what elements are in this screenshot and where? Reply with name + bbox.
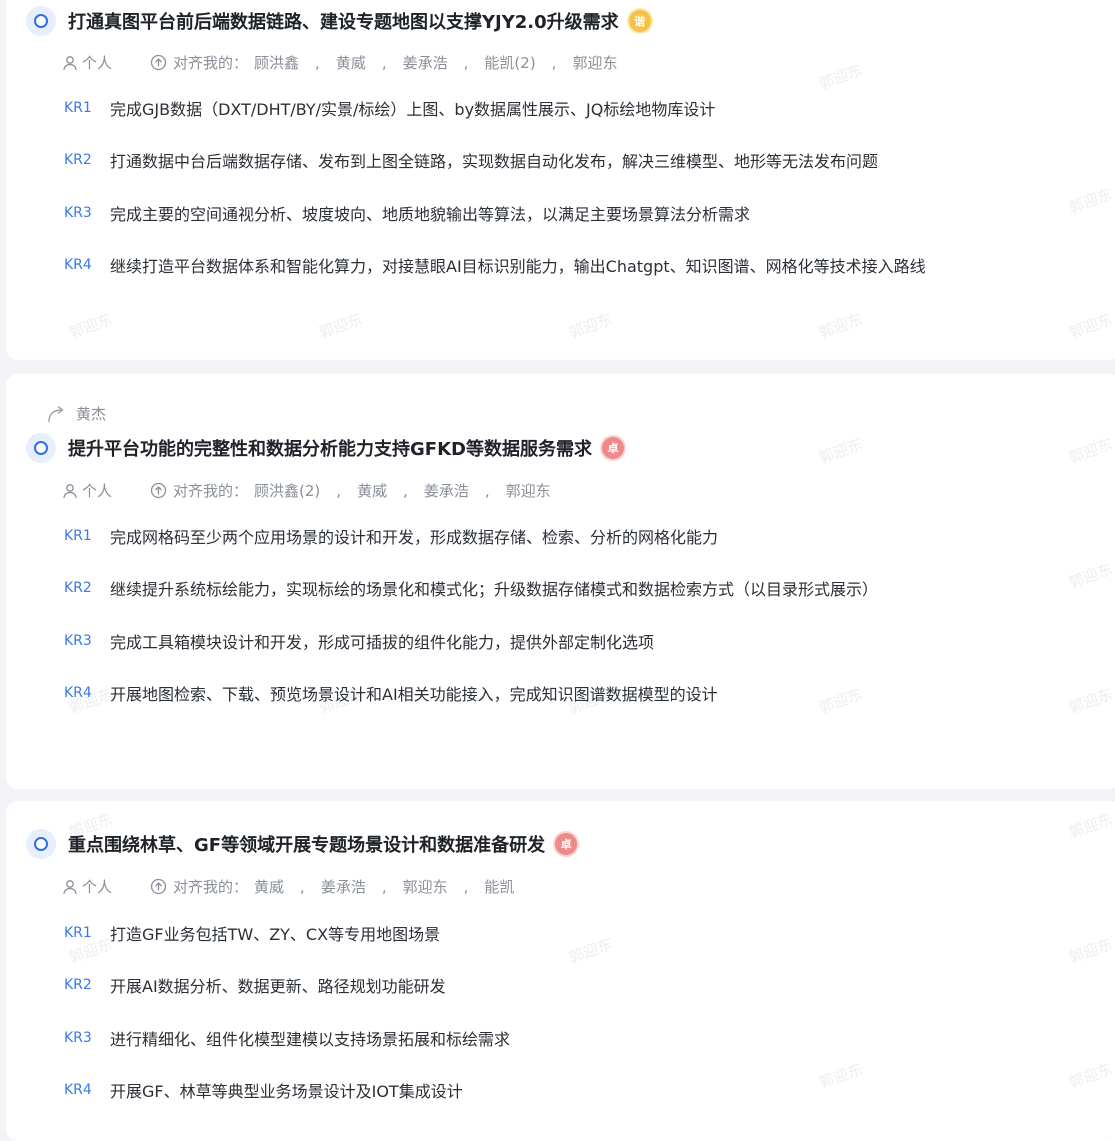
key-result[interactable]: KR3 完成工具箱模块设计和开发，形成可插拔的组件化能力，提供外部定制化选项 <box>64 629 654 653</box>
aligned-person[interactable]: 黄威 <box>336 52 366 73</box>
objective-badge: 卓 <box>601 437 624 459</box>
kr-label: KR4 <box>64 1082 92 1098</box>
key-result[interactable]: KR2 打通数据中台后端数据存储、发布到上图全链路，实现数据自动化发布，解决三维… <box>64 148 878 172</box>
kr-text: 完成工具箱模块设计和开发，形成可插拔的组件化能力，提供外部定制化选项 <box>110 633 655 652</box>
objective-meta: 个人 对齐我的： 黄威, 姜承浩, 郭迎东, 能凯 <box>62 876 514 897</box>
kr-label: KR3 <box>64 633 92 649</box>
objective-status-icon[interactable] <box>26 6 56 36</box>
kr-text: 完成网格码至少两个应用场景的设计和开发，形成数据存储、检索、分析的网格化能力 <box>110 528 719 547</box>
kr-label: KR3 <box>64 1030 92 1046</box>
kr-text: 进行精细化、组件化模型建模以支持场景拓展和标绘需求 <box>110 1030 511 1049</box>
align-up-icon <box>150 482 167 499</box>
align-up-icon <box>150 878 167 895</box>
kr-text: 打通数据中台后端数据存储、发布到上图全链路，实现数据自动化发布，解决三维模型、地… <box>110 152 879 171</box>
aligned-person[interactable]: 姜承浩 <box>321 876 366 897</box>
kr-text: 继续打造平台数据体系和智能化算力，对接慧眼AI目标识别能力，输出Chatgpt、… <box>110 257 926 276</box>
objective-status-icon[interactable] <box>26 829 56 859</box>
kr-text: 继续提升系统标绘能力，实现标绘的场景化和模式化；升级数据存储模式和数据检索方式（… <box>110 580 879 599</box>
key-result[interactable]: KR1 完成网格码至少两个应用场景的设计和开发，形成数据存储、检索、分析的网格化… <box>64 524 718 548</box>
parent-arrow-icon <box>48 405 64 423</box>
owner-type-label: 个人 <box>82 482 113 500</box>
kr-text: 开展地图检索、下载、预览场景设计和AI相关功能接入，完成知识图谱数据模型的设计 <box>110 685 718 704</box>
aligned-person[interactable]: 顾洪鑫 <box>254 52 299 73</box>
kr-label: KR2 <box>64 977 92 993</box>
key-result[interactable]: KR2 开展AI数据分析、数据更新、路径规划功能研发 <box>64 973 446 997</box>
parent-owner-name[interactable]: 黄杰 <box>76 403 106 424</box>
alignment-info: 对齐我的： 顾洪鑫, 黄威, 姜承浩, 能凯(2), 郭迎东 <box>150 52 617 73</box>
aligned-person[interactable]: 顾洪鑫(2) <box>254 480 320 501</box>
kr-label: KR1 <box>64 100 92 116</box>
aligned-person[interactable]: 郭迎东 <box>403 876 448 897</box>
objective-meta: 个人 对齐我的： 顾洪鑫(2), 黄威, 姜承浩, 郭迎东 <box>62 480 551 501</box>
owner-type-label: 个人 <box>82 878 113 896</box>
objective-title[interactable]: 打通真图平台前后端数据链路、建设专题地图以支撑YJY2.0升级需求 <box>68 8 619 34</box>
alignment-info: 对齐我的： 顾洪鑫(2), 黄威, 姜承浩, 郭迎东 <box>150 480 551 501</box>
key-result[interactable]: KR4 开展GF、林草等典型业务场景设计及IOT集成设计 <box>64 1078 463 1102</box>
alignment-info: 对齐我的： 黄威, 姜承浩, 郭迎东, 能凯 <box>150 876 514 897</box>
objective-header: 提升平台功能的完整性和数据分析能力支持GFKD等数据服务需求 卓 <box>26 433 624 463</box>
objective-title[interactable]: 重点围绕林草、GF等领域开展专题场景设计和数据准备研发 <box>68 831 545 857</box>
aligned-person[interactable]: 黄威 <box>357 480 387 501</box>
key-result[interactable]: KR4 开展地图检索、下载、预览场景设计和AI相关功能接入，完成知识图谱数据模型… <box>64 681 718 705</box>
owner-type-label: 个人 <box>82 54 113 72</box>
kr-label: KR1 <box>64 528 92 544</box>
owner-type: 个人 <box>62 480 112 501</box>
aligned-person[interactable]: 能凯 <box>484 876 514 897</box>
objective-meta: 个人 对齐我的： 顾洪鑫, 黄威, 姜承浩, 能凯(2), 郭迎东 <box>62 52 617 73</box>
kr-label: KR2 <box>64 152 92 168</box>
key-result[interactable]: KR1 完成GJB数据（DXT/DHT/BY/实景/标绘）上图、by数据属性展示… <box>64 96 715 120</box>
objective-card: 打通真图平台前后端数据链路、建设专题地图以支撑YJY2.0升级需求 谐 个人 对… <box>6 0 1115 360</box>
aligned-person[interactable]: 郭迎东 <box>572 52 617 73</box>
kr-label: KR4 <box>64 257 92 273</box>
kr-label: KR3 <box>64 205 92 221</box>
align-label: 对齐我的： <box>173 878 249 896</box>
objective-badge: 谐 <box>628 10 651 32</box>
key-result[interactable]: KR1 打造GF业务包括TW、ZY、CX等专用地图场景 <box>64 921 440 945</box>
kr-label: KR1 <box>64 925 92 941</box>
user-icon <box>63 879 77 894</box>
kr-text: 开展GF、林草等典型业务场景设计及IOT集成设计 <box>110 1082 463 1101</box>
align-up-icon <box>150 54 167 71</box>
objective-card: 重点围绕林草、GF等领域开展专题场景设计和数据准备研发 卓 个人 对齐我的： 黄… <box>6 801 1115 1141</box>
align-label: 对齐我的： <box>173 482 249 500</box>
user-icon <box>63 55 77 70</box>
parent-objective-link[interactable]: 黄杰 <box>46 402 106 424</box>
key-result[interactable]: KR3 进行精细化、组件化模型建模以支持场景拓展和标绘需求 <box>64 1026 510 1050</box>
key-result[interactable]: KR3 完成主要的空间通视分析、坡度坡向、地质地貌输出等算法，以满足主要场景算法… <box>64 201 750 225</box>
objective-status-icon[interactable] <box>26 433 56 463</box>
kr-text: 完成主要的空间通视分析、坡度坡向、地质地貌输出等算法，以满足主要场景算法分析需求 <box>110 205 751 224</box>
kr-text: 开展AI数据分析、数据更新、路径规划功能研发 <box>110 977 446 996</box>
align-label: 对齐我的： <box>173 54 249 72</box>
kr-text: 打造GF业务包括TW、ZY、CX等专用地图场景 <box>110 925 441 944</box>
aligned-person[interactable]: 姜承浩 <box>424 480 469 501</box>
objective-title[interactable]: 提升平台功能的完整性和数据分析能力支持GFKD等数据服务需求 <box>68 435 592 461</box>
kr-text: 完成GJB数据（DXT/DHT/BY/实景/标绘）上图、by数据属性展示、JQ标… <box>110 100 716 119</box>
objective-badge: 卓 <box>555 833 578 855</box>
aligned-person[interactable]: 郭迎东 <box>506 480 551 501</box>
owner-type: 个人 <box>62 52 112 73</box>
kr-label: KR4 <box>64 685 92 701</box>
aligned-person[interactable]: 姜承浩 <box>403 52 448 73</box>
aligned-person[interactable]: 能凯(2) <box>484 52 535 73</box>
objective-card: 黄杰 提升平台功能的完整性和数据分析能力支持GFKD等数据服务需求 卓 个人 对… <box>6 374 1115 789</box>
kr-label: KR2 <box>64 580 92 596</box>
key-result[interactable]: KR2 继续提升系统标绘能力，实现标绘的场景化和模式化；升级数据存储模式和数据检… <box>64 576 878 600</box>
aligned-person[interactable]: 黄威 <box>254 876 284 897</box>
user-icon <box>63 483 77 498</box>
objective-header: 打通真图平台前后端数据链路、建设专题地图以支撑YJY2.0升级需求 谐 <box>26 6 651 36</box>
objective-header: 重点围绕林草、GF等领域开展专题场景设计和数据准备研发 卓 <box>26 829 578 859</box>
key-result[interactable]: KR4 继续打造平台数据体系和智能化算力，对接慧眼AI目标识别能力，输出Chat… <box>64 253 926 277</box>
owner-type: 个人 <box>62 876 112 897</box>
